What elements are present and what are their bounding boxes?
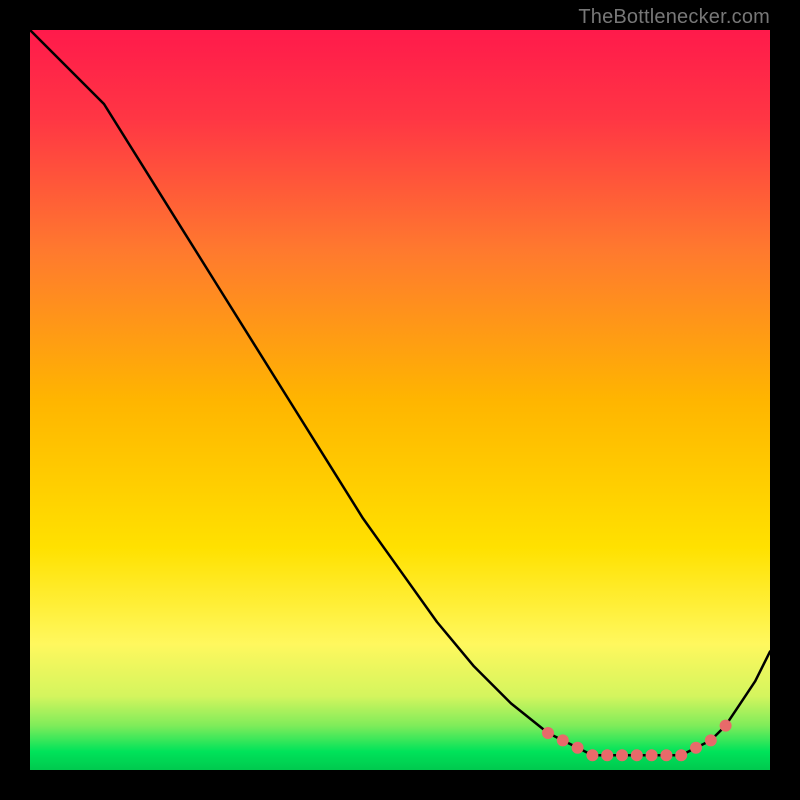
marker-dot bbox=[601, 749, 613, 761]
marker-dot bbox=[720, 720, 732, 732]
marker-dot bbox=[557, 734, 569, 746]
marker-dot bbox=[616, 749, 628, 761]
marker-dot bbox=[675, 749, 687, 761]
chart-frame: TheBottlenecker.com bbox=[0, 0, 800, 800]
marker-dot bbox=[572, 742, 584, 754]
watermark-text: TheBottlenecker.com bbox=[578, 6, 770, 29]
marker-dot bbox=[646, 749, 658, 761]
marker-dot bbox=[542, 727, 554, 739]
marker-dot bbox=[690, 742, 702, 754]
marker-dot bbox=[705, 734, 717, 746]
gradient-background bbox=[30, 30, 770, 770]
marker-dot bbox=[631, 749, 643, 761]
bottleneck-chart bbox=[30, 30, 770, 770]
marker-dot bbox=[586, 749, 598, 761]
marker-dot bbox=[660, 749, 672, 761]
